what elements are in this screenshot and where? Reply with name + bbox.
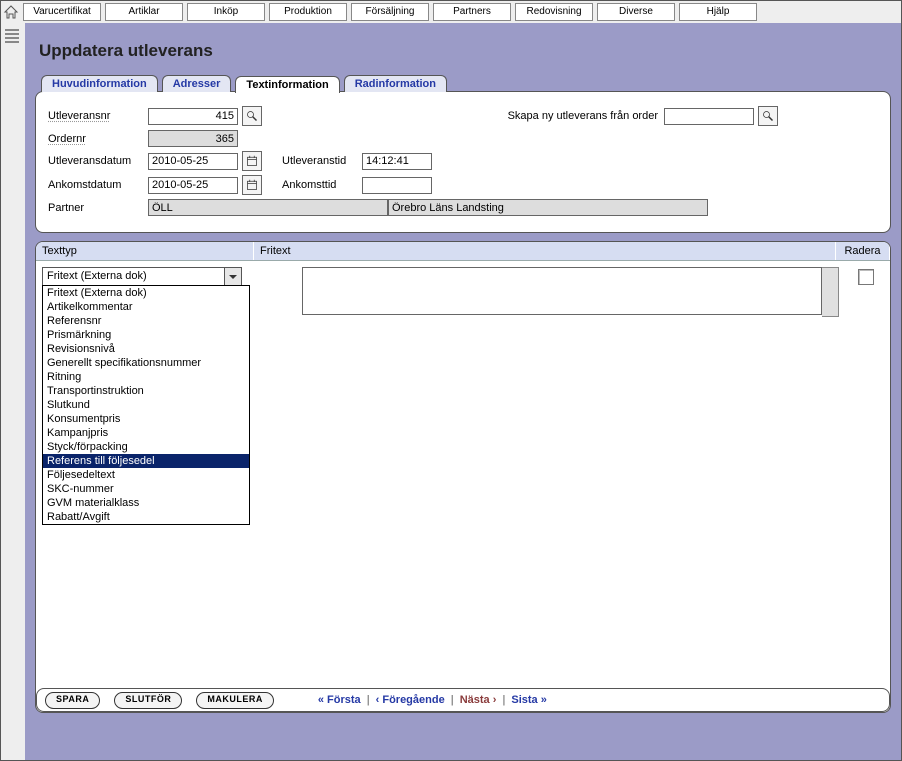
search-icon [246,110,258,122]
dropdown-option[interactable]: Referens till följesedel [43,454,249,468]
input-partner-name [388,199,708,216]
menu-hjalp[interactable]: Hjälp [679,3,757,21]
texttyp-dropdown-list[interactable]: Fritext (Externa dok)ArtikelkommentarRef… [42,285,250,525]
input-anktid[interactable] [362,177,432,194]
input-utlevtid[interactable] [362,153,432,170]
menu-forsaljning[interactable]: Försäljning [351,3,429,21]
calendar-icon [246,179,258,191]
cancel-button[interactable]: MAKULERA [196,692,274,709]
page-title: Uppdatera utleverans [39,41,891,61]
menu-varucertifikat[interactable]: Varucertifikat [23,3,101,21]
tab-huvudinformation[interactable]: Huvudinformation [41,75,158,92]
label-utlevtid: Utleveranstid [282,155,362,167]
label-utlevdatum: Utleveransdatum [48,155,148,167]
texttyp-dropdown-value: Fritext (Externa dok) [43,268,224,286]
grip-icon[interactable] [5,29,19,43]
tab-radinformation[interactable]: Radinformation [344,75,447,92]
input-ordernr [148,130,238,147]
dropdown-option[interactable]: Transportinstruktion [43,384,249,398]
nav-last[interactable]: Sista » [511,694,546,706]
menu-inkop[interactable]: Inköp [187,3,265,21]
header-fritext: Fritext [254,242,836,260]
input-partner-code [148,199,388,216]
tab-adresser[interactable]: Adresser [162,75,232,92]
fritext-cell [302,267,830,318]
header-texttyp: Texttyp [36,242,254,260]
nav-prev[interactable]: ‹ Föregående [376,694,445,706]
calendar-icon [246,155,258,167]
dropdown-option[interactable]: Artikelkommentar [43,300,249,314]
dropdown-option[interactable]: Slutkund [43,398,249,412]
dropdown-option[interactable]: Generellt specifikationsnummer [43,356,249,370]
delete-cell [858,269,874,285]
label-anktid: Ankomsttid [282,179,362,191]
home-icon[interactable] [3,4,19,20]
list-body: Fritext (Externa dok) Fritext (Externa d… [36,261,890,293]
complete-button[interactable]: SLUTFÖR [114,692,182,709]
list-header: Texttyp Fritext Radera [36,242,890,261]
main-area: Uppdatera utleverans Huvudinformation Ad… [25,23,901,760]
input-utlevdatum[interactable] [148,153,238,170]
dropdown-option[interactable]: Rabatt/Avgift [43,510,249,524]
fritext-textarea[interactable] [302,267,822,315]
menu-artiklar[interactable]: Artiklar [105,3,183,21]
lookup-neworder-button[interactable] [758,106,778,126]
menu-partners[interactable]: Partners [433,3,511,21]
fritext-scrollbar[interactable] [822,267,839,317]
input-neworder[interactable] [664,108,754,125]
dropdown-option[interactable]: Prismärkning [43,328,249,342]
label-neworder: Skapa ny utleverans från order [508,110,658,122]
chevron-down-icon [229,273,237,281]
record-navigation: « Första | ‹ Föregående | Nästa › | Sist… [318,694,547,706]
dropdown-option[interactable]: Följesedeltext [43,468,249,482]
left-sidebar-strip [1,23,26,760]
top-menu-bar: Varucertifikat Artiklar Inköp Produktion… [1,1,901,24]
header-radera: Radera [836,242,890,260]
dropdown-option[interactable]: Fritext (Externa dok) [43,286,249,300]
footer-bar: SPARA SLUTFÖR MAKULERA « Första | ‹ Före… [36,688,890,712]
menu-redovisning[interactable]: Redovisning [515,3,593,21]
dropdown-option[interactable]: Revisionsnivå [43,342,249,356]
menu-diverse[interactable]: Diverse [597,3,675,21]
search-icon [762,110,774,122]
label-utleveransnr: Utleveransnr [48,110,148,122]
texttyp-dropdown[interactable]: Fritext (Externa dok) Fritext (Externa d… [42,267,242,287]
dropdown-option[interactable]: SKC-nummer [43,482,249,496]
input-ankdatum[interactable] [148,177,238,194]
nav-first[interactable]: « Första [318,694,361,706]
dropdown-option[interactable]: Styck/förpacking [43,440,249,454]
dropdown-option[interactable]: Kampanjpris [43,426,249,440]
save-button[interactable]: SPARA [45,692,100,709]
datepicker-ankdatum-button[interactable] [242,175,262,195]
input-utleveransnr[interactable] [148,108,238,125]
label-ordernr: Ordernr [48,133,148,145]
list-panel: Texttyp Fritext Radera Fritext (Externa … [35,241,891,713]
dropdown-option[interactable]: GVM materialklass [43,496,249,510]
datepicker-utlevdatum-button[interactable] [242,151,262,171]
delete-checkbox[interactable] [858,269,874,285]
dropdown-toggle-button[interactable] [224,268,241,286]
lookup-utleveransnr-button[interactable] [242,106,262,126]
dropdown-option[interactable]: Konsumentpris [43,412,249,426]
dropdown-option[interactable]: Referensnr [43,314,249,328]
label-partner: Partner [48,202,148,214]
tab-textinformation[interactable]: Textinformation [235,76,339,93]
label-ankdatum: Ankomstdatum [48,179,148,191]
menu-produktion[interactable]: Produktion [269,3,347,21]
dropdown-option[interactable]: Ritning [43,370,249,384]
nav-next: Nästa › [460,694,497,706]
tab-strip: Huvudinformation Adresser Textinformatio… [41,75,891,92]
form-panel: Utleveransnr Skapa ny utleverans från or… [35,91,891,233]
